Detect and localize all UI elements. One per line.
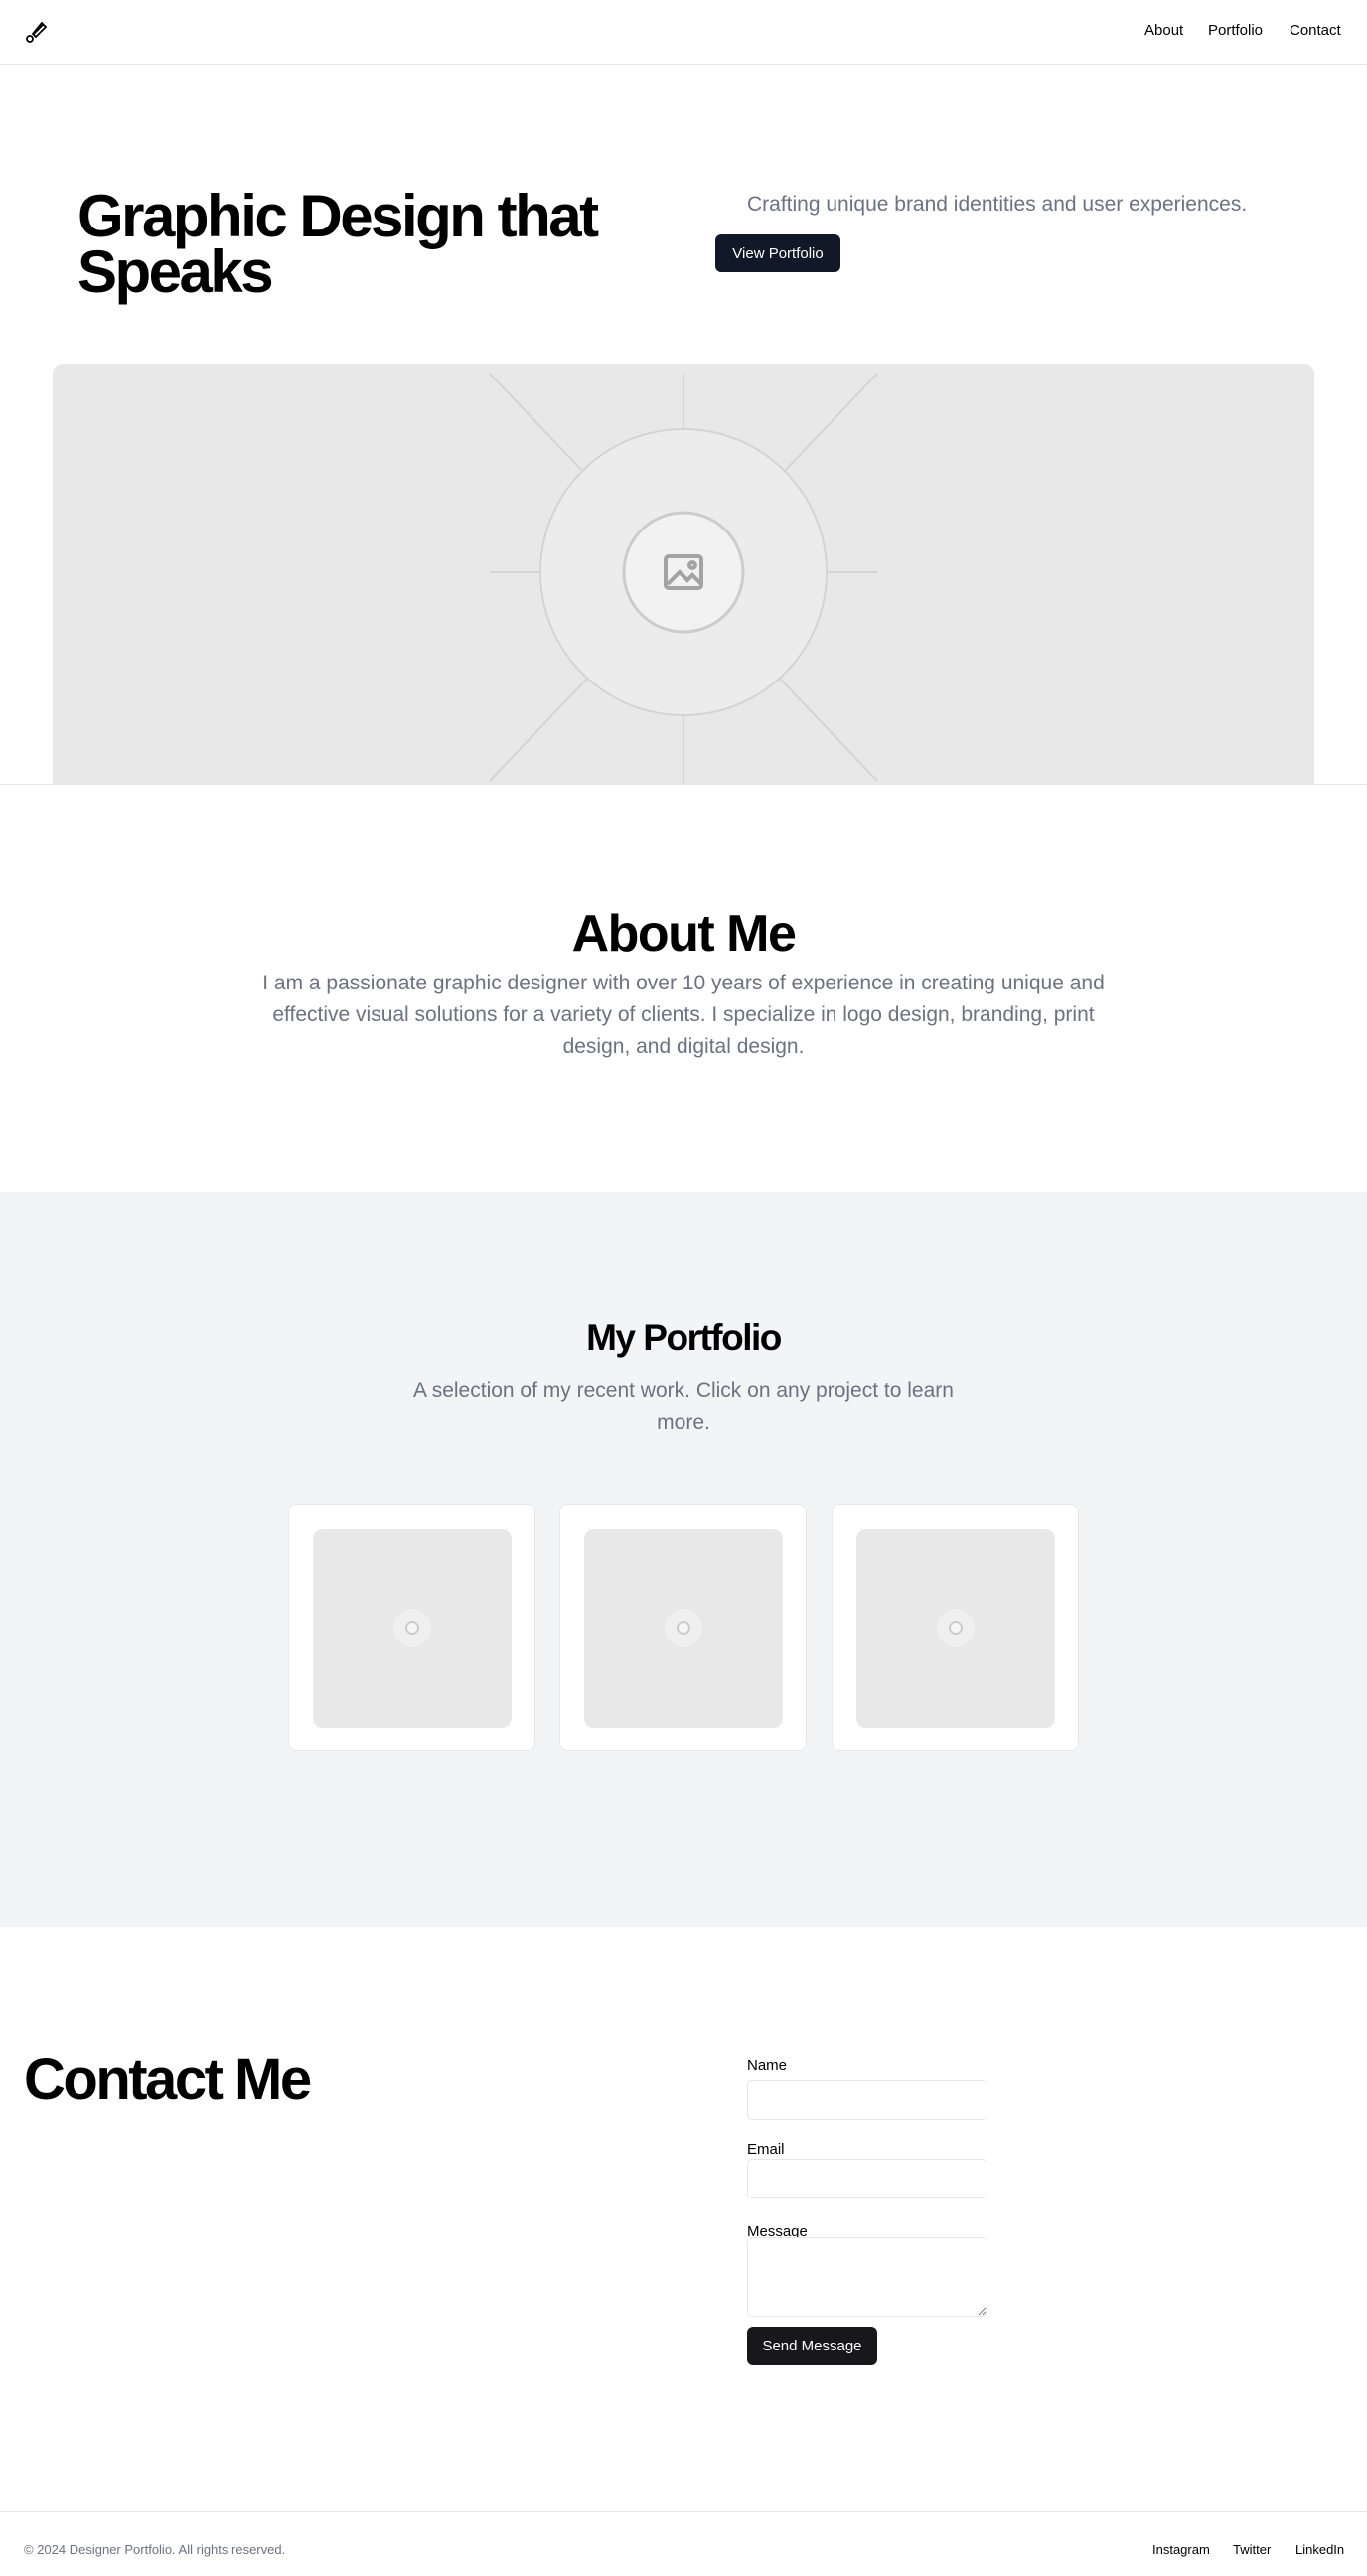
footer-twitter[interactable]: Twitter — [1233, 2542, 1271, 2557]
top-nav: About Portfolio Contact — [0, 0, 1367, 65]
nav-about[interactable]: About — [1144, 22, 1183, 39]
view-portfolio-button[interactable]: View Portfolio — [715, 234, 840, 272]
footer-linkedin[interactable]: LinkedIn — [1295, 2542, 1344, 2557]
image-placeholder-icon — [393, 1609, 431, 1647]
section-divider — [0, 784, 1367, 785]
portfolio-title: My Portfolio — [586, 1317, 782, 1358]
about-title: About Me — [571, 905, 797, 963]
email-input[interactable] — [747, 2159, 987, 2198]
hero-title: Graphic Design that Speaks — [77, 183, 599, 305]
nav-portfolio[interactable]: Portfolio — [1208, 22, 1263, 39]
about-text: I am a passionate graphic designer with … — [262, 972, 1105, 1058]
image-placeholder-icon — [665, 1609, 702, 1647]
hero-tagline: Crafting unique brand identities and use… — [747, 193, 1248, 216]
name-input[interactable] — [747, 2080, 987, 2120]
email-label: Email — [747, 2141, 785, 2158]
portfolio-subtitle: A selection of my recent work. Click on … — [413, 1379, 954, 1434]
message-textarea[interactable] — [747, 2237, 987, 2317]
image-placeholder-icon — [489, 373, 878, 785]
portfolio-card[interactable] — [288, 1504, 535, 1751]
footer: © 2024 Designer Portfolio. All rights re… — [0, 2511, 1367, 2576]
image-placeholder-icon — [937, 1609, 975, 1647]
send-message-button[interactable]: Send Message — [747, 2327, 877, 2365]
hero-image-placeholder — [53, 364, 1314, 785]
copyright: © 2024 Designer Portfolio. All rights re… — [24, 2542, 286, 2557]
contact-title: Contact Me — [24, 2047, 312, 2112]
footer-instagram[interactable]: Instagram — [1152, 2542, 1210, 2557]
portfolio-card[interactable] — [832, 1504, 1079, 1751]
nav-contact[interactable]: Contact — [1290, 22, 1341, 39]
name-label: Name — [747, 2057, 788, 2074]
paintbrush-icon[interactable] — [24, 21, 48, 45]
portfolio-card[interactable] — [559, 1504, 807, 1751]
